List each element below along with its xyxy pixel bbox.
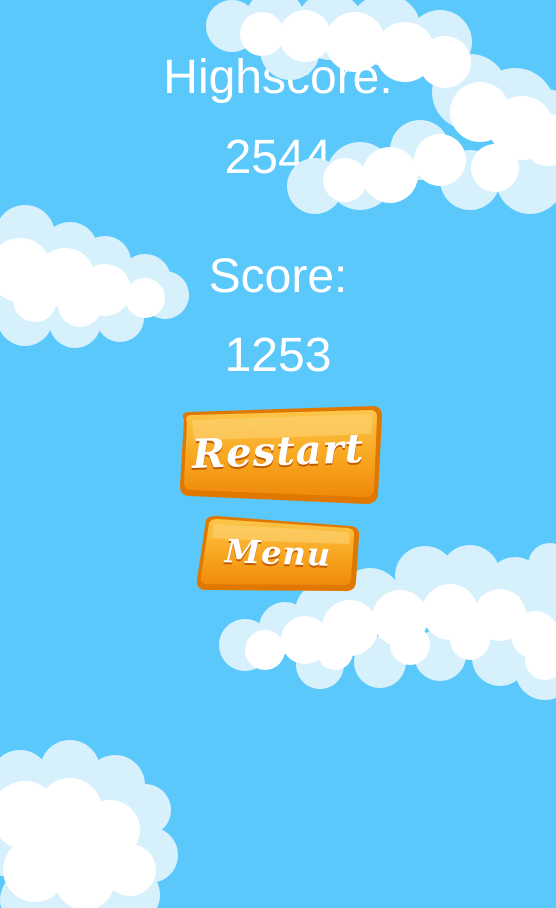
game-over-screen: Highscore: 2544 Score: 1253 Restart Menu bbox=[0, 0, 556, 908]
restart-button[interactable]: Restart bbox=[172, 404, 384, 506]
cloud-top bbox=[206, 0, 556, 214]
menu-button[interactable]: Menu bbox=[194, 514, 362, 594]
restart-button-shape bbox=[180, 406, 382, 504]
cloud-bottom-left bbox=[0, 740, 178, 908]
score-value: 1253 bbox=[224, 329, 332, 382]
score-label: Score: bbox=[208, 250, 348, 303]
menu-button-shape bbox=[196, 516, 360, 592]
